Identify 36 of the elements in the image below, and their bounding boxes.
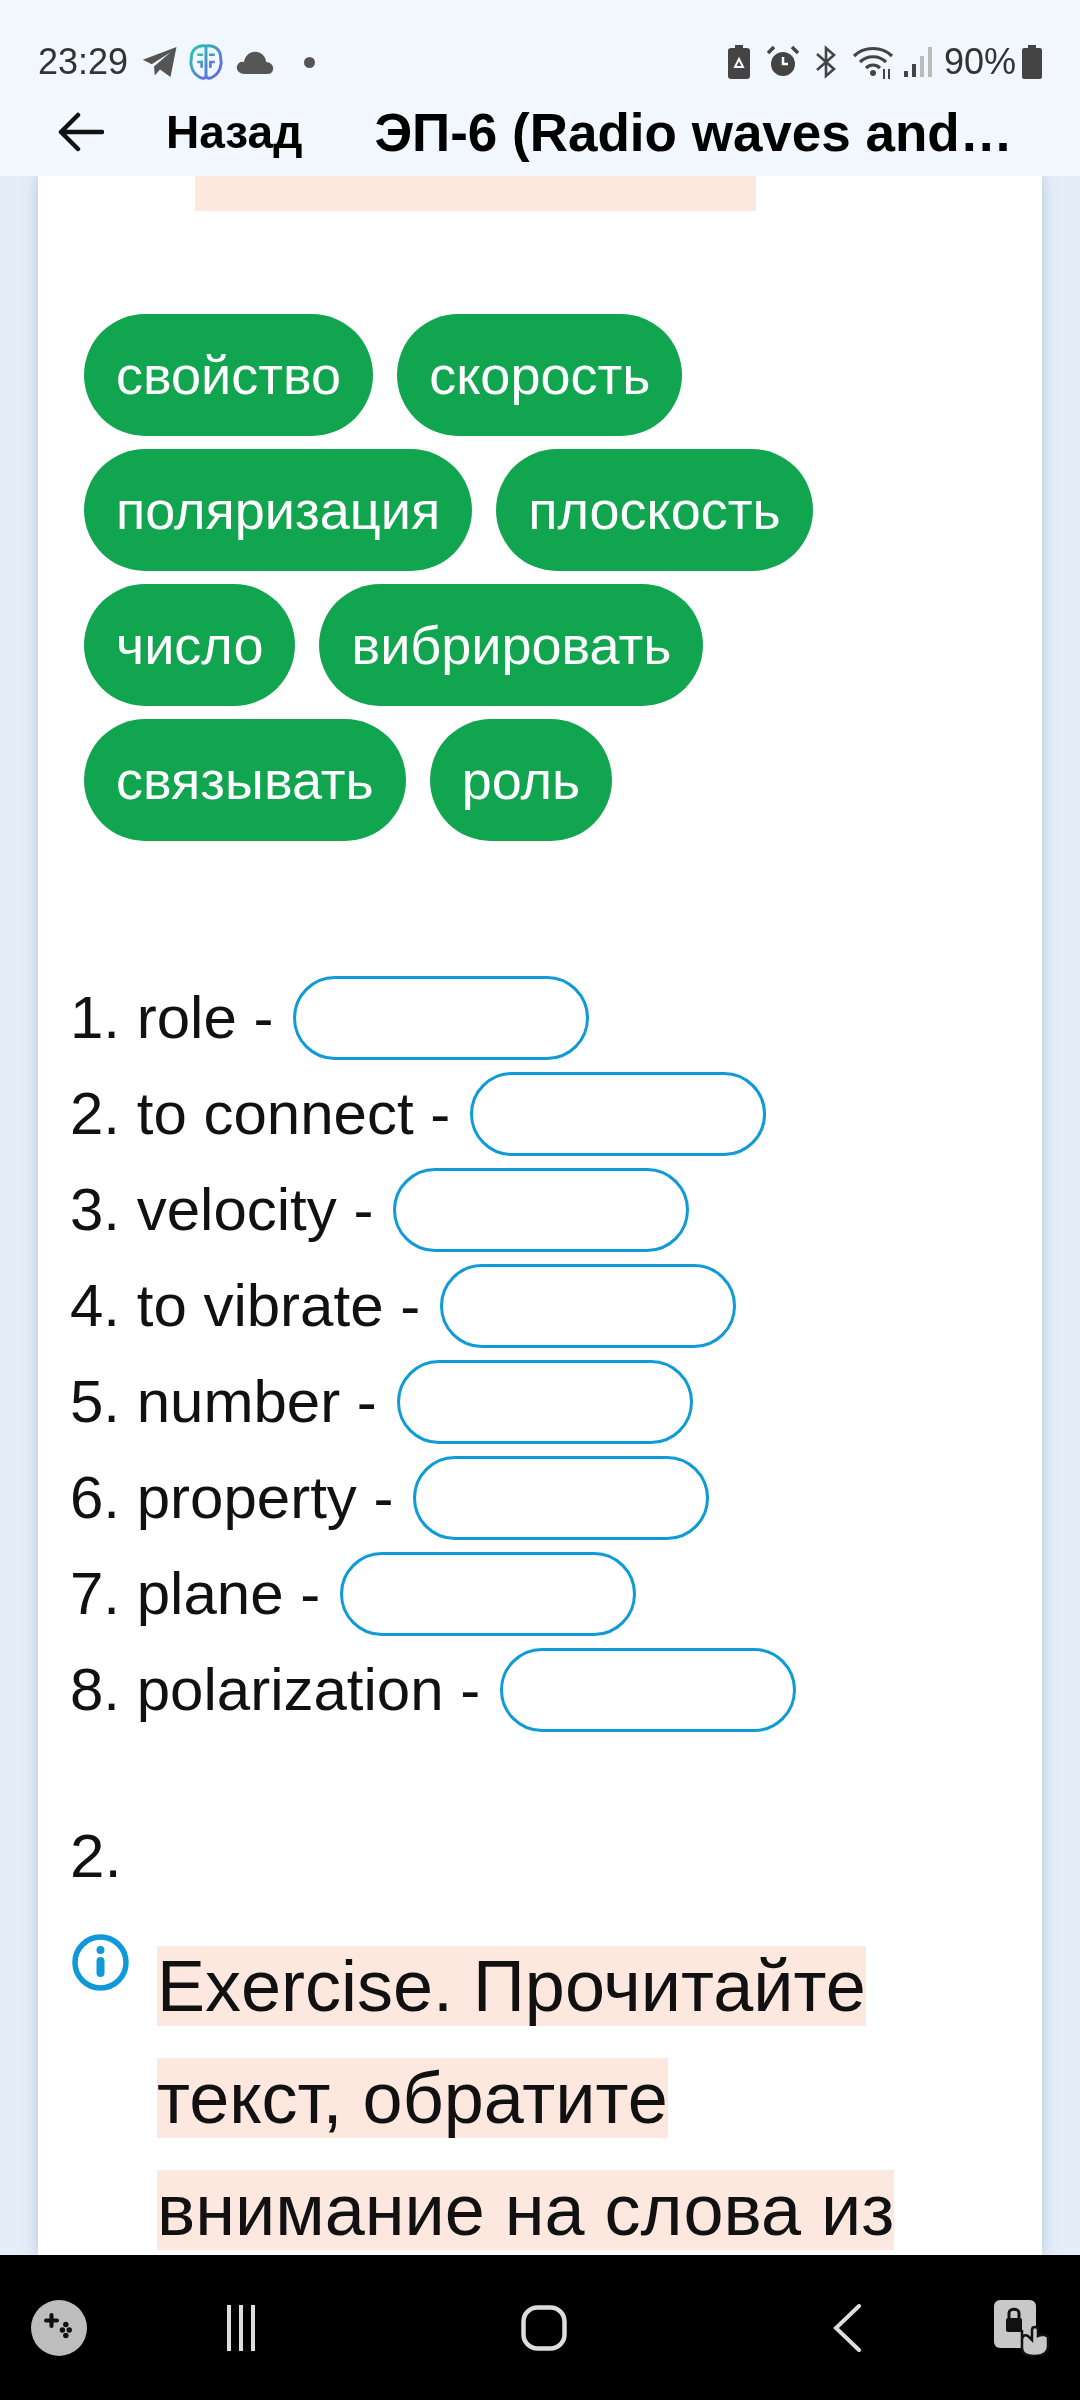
back-icon[interactable] <box>832 2303 862 2352</box>
word-chip[interactable]: свойство <box>84 314 374 436</box>
matching-prompt: 8. polarization - <box>70 1655 481 1725</box>
home-icon[interactable] <box>521 2304 567 2351</box>
word-chip[interactable]: скорость <box>397 314 683 436</box>
matching-prompt: 6. property - <box>70 1463 394 1533</box>
matching-prompt: 2. to connect - <box>70 1079 451 1149</box>
word-chip[interactable]: плоскость <box>496 449 813 571</box>
lock-touch-icon[interactable] <box>994 2299 1050 2356</box>
dot-icon <box>304 56 316 68</box>
battery-percentage: 90% <box>943 44 1016 80</box>
matching-prompt: 1. role - <box>70 983 274 1053</box>
word-chip[interactable]: число <box>84 584 296 706</box>
word-chip[interactable]: поляризация <box>84 449 473 571</box>
matching-prompt: 5. number - <box>70 1367 377 1437</box>
word-chip[interactable]: роль <box>429 719 613 841</box>
section-number: 2. <box>70 1820 122 1892</box>
game-controller-icon[interactable] <box>31 2299 87 2356</box>
matching-prompt: 4. to vibrate - <box>70 1271 421 1341</box>
word-chip[interactable]: вибрировать <box>319 584 704 706</box>
info-icon <box>72 1934 129 1991</box>
matching-prompt: 3. velocity - <box>70 1175 374 1245</box>
battery-icon <box>1022 45 1042 79</box>
instruction-text: Exercise. Прочитайте текст, обратите внимание на слова из <box>157 1945 896 2252</box>
recent-apps-icon[interactable] <box>226 2304 256 2351</box>
matching-prompt: 7. plane - <box>70 1559 321 1629</box>
signal-icon <box>903 47 932 77</box>
status-time: 23:29 <box>38 44 129 80</box>
wifi-icon <box>851 45 894 79</box>
alarm-icon <box>765 45 800 79</box>
word-chip[interactable]: связывать <box>84 719 406 841</box>
brain-icon <box>188 43 225 81</box>
cloud-icon <box>236 50 275 74</box>
telegram-icon <box>142 46 179 78</box>
battery-status-icon <box>727 45 750 79</box>
back-arrow-icon <box>56 112 104 152</box>
